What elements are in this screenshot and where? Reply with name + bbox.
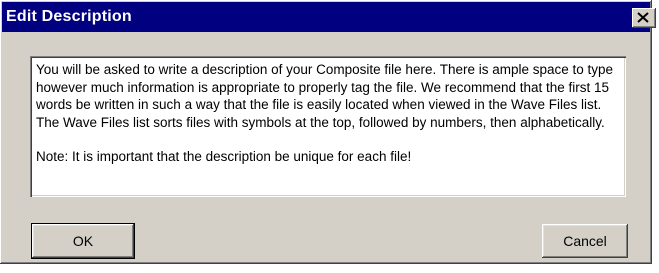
edit-description-dialog: Edit Description You will be asked to wr… <box>0 0 656 264</box>
close-icon <box>637 12 649 23</box>
title-bar[interactable]: Edit Description <box>2 2 656 32</box>
close-button[interactable] <box>632 8 656 28</box>
ok-button[interactable]: OK <box>31 223 135 259</box>
description-paragraph-1: You will be asked to write a description… <box>36 62 614 130</box>
description-textarea[interactable]: You will be asked to write a description… <box>30 56 626 197</box>
dialog-title: Edit Description <box>6 8 132 25</box>
description-paragraph-2: Note: It is important that the descripti… <box>36 149 412 164</box>
cancel-button[interactable]: Cancel <box>542 224 628 258</box>
